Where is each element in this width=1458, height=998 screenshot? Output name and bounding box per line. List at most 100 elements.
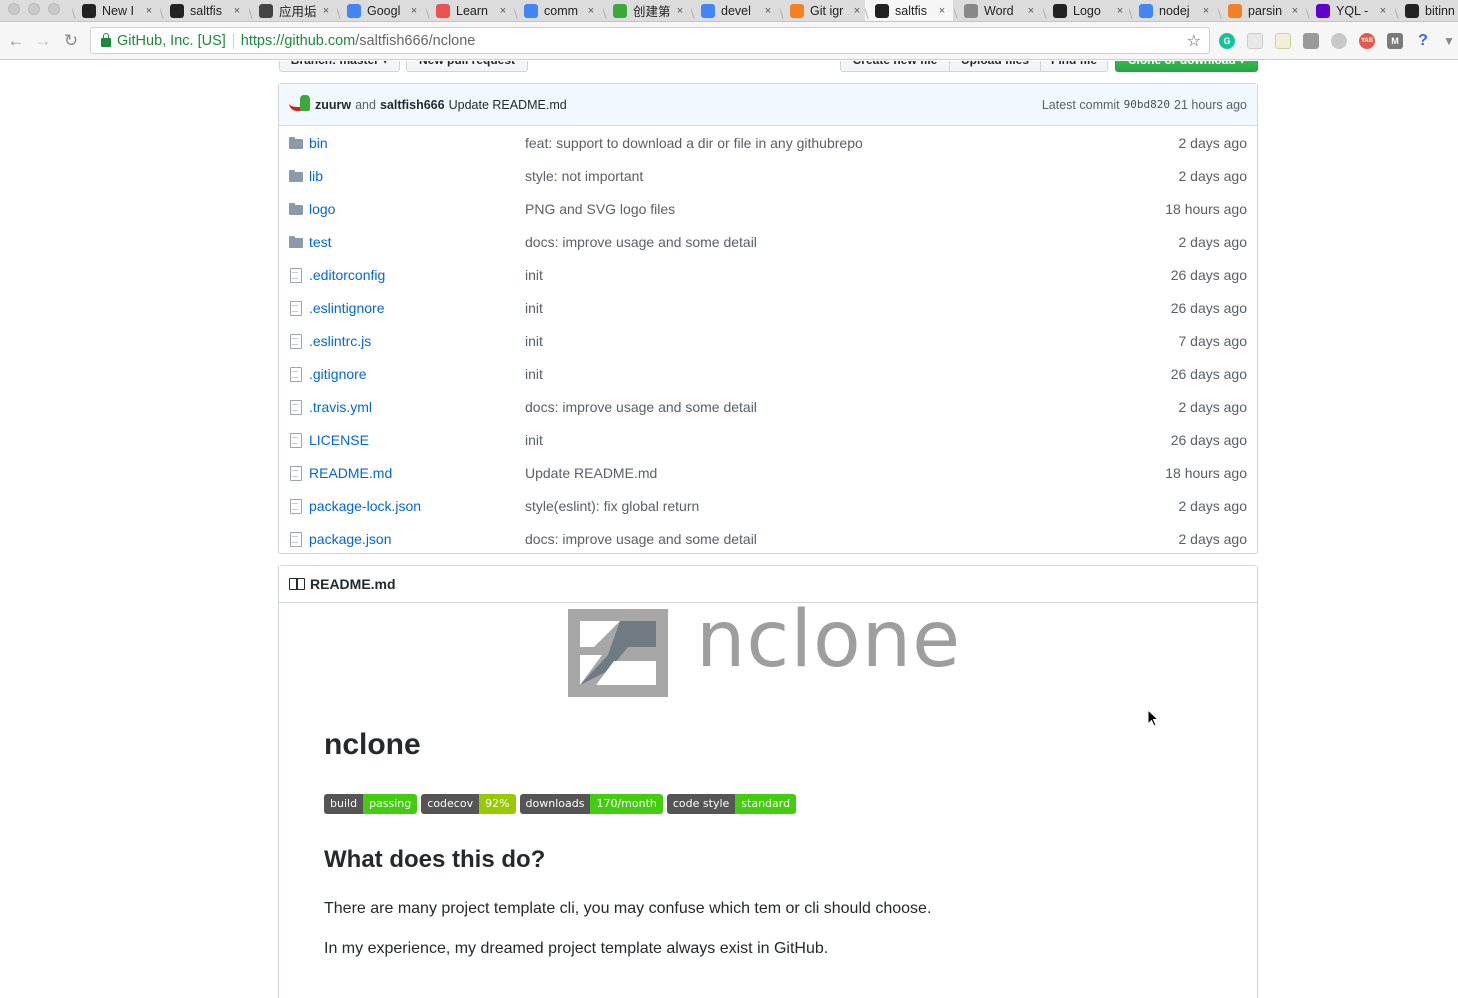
file-commit-message-link[interactable]: init xyxy=(525,366,1171,382)
chinese-site-icon xyxy=(613,3,627,18)
browser-tab[interactable]: Word × xyxy=(954,0,1042,21)
tab-close-icon[interactable]: × xyxy=(142,5,156,17)
readme-title: nclone xyxy=(324,728,421,761)
file-commit-message-link[interactable]: docs: improve usage and some detail xyxy=(525,399,1179,415)
file-icon xyxy=(289,267,303,283)
file-name-link[interactable]: .editorconfig xyxy=(309,267,525,283)
file-commit-message-link[interactable]: feat: support to download a dir or file … xyxy=(525,135,1179,151)
tab-close-icon[interactable]: × xyxy=(761,5,775,17)
browser-tab[interactable]: bitinn× xyxy=(1395,0,1458,21)
file-age: 26 days ago xyxy=(1170,266,1247,283)
tab-close-icon[interactable]: × xyxy=(496,5,510,17)
file-commit-message-link[interactable]: Update README.md xyxy=(525,465,1165,481)
tab-close-icon[interactable]: × xyxy=(584,5,598,17)
status-badge[interactable]: build passing xyxy=(324,794,418,814)
tab-close-icon[interactable]: × xyxy=(1376,5,1390,17)
file-name-link[interactable]: .eslintignore xyxy=(309,300,525,316)
tab-close-icon[interactable]: × xyxy=(230,5,244,17)
chat-extension-icon[interactable] xyxy=(1331,33,1347,49)
window-minimize-button[interactable] xyxy=(28,3,40,15)
browser-tab[interactable]: saltfis × xyxy=(160,0,248,21)
file-commit-message-link[interactable]: init xyxy=(525,333,1179,349)
file-name-link[interactable]: .gitignore xyxy=(309,366,525,382)
find-file-button[interactable]: Find file xyxy=(1040,61,1108,72)
browser-tab[interactable]: saltfis × xyxy=(865,0,953,21)
browser-tab[interactable]: comm × xyxy=(514,0,602,21)
file-name-link[interactable]: package-lock.json xyxy=(309,498,525,514)
window-zoom-button[interactable] xyxy=(48,3,60,15)
reload-icon[interactable]: ↻ xyxy=(61,31,81,51)
commit-author-link[interactable]: zuurw xyxy=(315,98,351,112)
browser-tab[interactable]: Git igr × xyxy=(780,0,868,21)
status-badge[interactable]: code style standard xyxy=(666,794,797,814)
file-commit-message-link[interactable]: style(eslint): fix global return xyxy=(525,498,1179,514)
file-commit-message-link[interactable]: init xyxy=(525,432,1171,448)
new-pull-request-button[interactable]: New pull request xyxy=(406,61,528,72)
commit-coauthor-link[interactable]: saltfish666 xyxy=(380,98,445,112)
status-badge[interactable]: downloads 170/month xyxy=(519,794,663,814)
window-close-button[interactable] xyxy=(8,3,20,15)
bookmark-star-icon[interactable]: ☆ xyxy=(1187,31,1201,51)
m-extension-icon[interactable]: M xyxy=(1387,33,1403,49)
file-name-link[interactable]: lib xyxy=(309,168,525,184)
google-icon xyxy=(1139,3,1153,18)
file-commit-message-link[interactable]: docs: improve usage and some detail xyxy=(525,234,1179,250)
file-commit-message-link[interactable]: init xyxy=(525,300,1171,316)
browser-tab[interactable]: nodej × xyxy=(1129,0,1217,21)
file-name-link[interactable]: .eslintrc.js xyxy=(309,333,525,349)
file-commit-message-link[interactable]: PNG and SVG logo files xyxy=(525,201,1165,217)
browser-tab[interactable]: 创建第 × xyxy=(603,0,691,21)
commit-message-link[interactable]: Update README.md xyxy=(449,98,567,112)
grammarly-extension-icon[interactable]: G xyxy=(1219,33,1235,49)
extension-overflow-icon[interactable]: ▼ xyxy=(1441,33,1457,49)
tab-close-icon[interactable]: × xyxy=(935,5,949,17)
status-badge[interactable]: codecov 92% xyxy=(421,794,516,814)
branch-select-button[interactable]: Branch: master ▾ xyxy=(279,61,400,72)
file-name-link[interactable]: .travis.yml xyxy=(309,399,525,415)
tab-close-icon[interactable]: × xyxy=(1113,5,1127,17)
clone-download-button[interactable]: Clone or download ▾ xyxy=(1115,61,1258,72)
browser-tab[interactable]: Logo × xyxy=(1043,0,1131,21)
commit-sha-link[interactable]: 90bd820 xyxy=(1124,98,1170,111)
yab-extension-icon[interactable]: YAB xyxy=(1359,33,1375,49)
file-commit-message-link[interactable]: style: not important xyxy=(525,168,1179,184)
file-name-link[interactable]: LICENSE xyxy=(309,432,525,448)
github-icon xyxy=(1053,3,1067,18)
file-name-link[interactable]: package.json xyxy=(309,531,525,547)
notes-extension-icon[interactable] xyxy=(1275,33,1291,49)
upload-files-button[interactable]: Upload files xyxy=(949,61,1041,72)
file-age: 2 days ago xyxy=(1178,530,1248,547)
file-name-link[interactable]: logo xyxy=(309,201,525,217)
tab-close-icon[interactable]: × xyxy=(319,5,333,17)
browser-tab[interactable]: parsin × xyxy=(1218,0,1306,21)
folder-icon xyxy=(289,169,303,183)
extension-grid-icon[interactable] xyxy=(1247,33,1263,49)
ev-certificate-label[interactable]: GitHub, Inc. [US] xyxy=(117,33,226,49)
forward-arrow-icon[interactable]: → xyxy=(33,31,53,51)
tab-close-icon[interactable]: × xyxy=(1288,5,1302,17)
browser-tab[interactable]: devel × xyxy=(691,0,779,21)
file-commit-message-link[interactable]: init xyxy=(525,267,1171,283)
help-extension-icon[interactable]: ? xyxy=(1415,33,1431,49)
file-name-link[interactable]: test xyxy=(309,234,525,250)
browser-tab[interactable]: New I × xyxy=(72,0,160,21)
avatar[interactable] xyxy=(289,94,310,115)
tab-close-icon[interactable]: × xyxy=(850,5,864,17)
reader-extension-icon[interactable] xyxy=(1303,33,1319,49)
tab-close-icon[interactable]: × xyxy=(1024,5,1038,17)
file-name-link[interactable]: bin xyxy=(309,135,525,151)
create-new-file-button[interactable]: Create new file xyxy=(840,61,950,72)
tab-close-icon[interactable]: × xyxy=(673,5,687,17)
browser-tab[interactable]: Googl × xyxy=(337,0,425,21)
file-name-link[interactable]: README.md xyxy=(309,465,525,481)
table-row: package.json docs: improve usage and some… xyxy=(279,522,1257,555)
browser-tab[interactable]: Learn × xyxy=(426,0,514,21)
browser-toolbar: ← → ↻ GitHub, Inc. [US] https://github.c… xyxy=(0,22,1458,60)
address-bar[interactable]: GitHub, Inc. [US] https://github.com /sa… xyxy=(90,27,1210,54)
browser-tab[interactable]: 应用垢 × xyxy=(249,0,337,21)
file-commit-message-link[interactable]: docs: improve usage and some detail xyxy=(525,531,1179,547)
browser-tab[interactable]: YQL - × xyxy=(1306,0,1394,21)
tab-close-icon[interactable]: × xyxy=(1199,5,1213,17)
tab-close-icon[interactable]: × xyxy=(407,5,421,17)
back-arrow-icon[interactable]: ← xyxy=(6,31,26,51)
